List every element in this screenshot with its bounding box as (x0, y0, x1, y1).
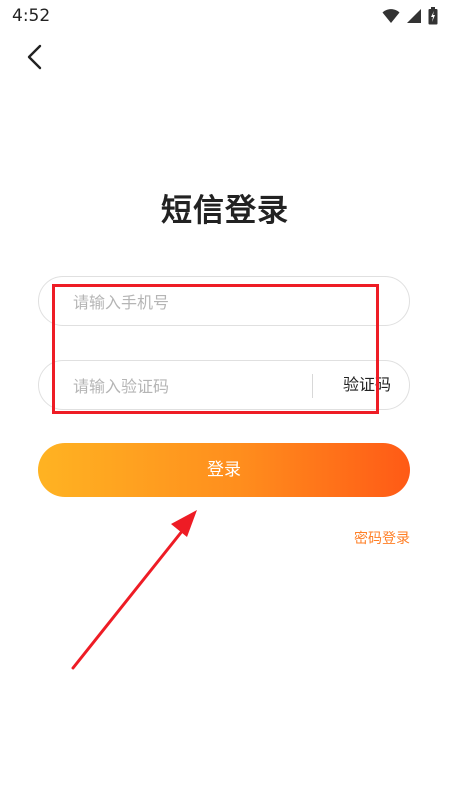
get-code-button[interactable]: 验证码 (343, 361, 391, 409)
login-button[interactable]: 登录 (38, 443, 410, 497)
status-time: 4:52 (12, 6, 51, 26)
code-divider (312, 374, 313, 398)
status-icons (382, 7, 438, 29)
login-screen: 4:52 短信登录 验证码 登录 密码登录 (0, 0, 450, 800)
battery-icon (428, 7, 438, 29)
wifi-icon (382, 8, 400, 28)
status-bar: 4:52 (0, 0, 450, 32)
chevron-left-icon (25, 44, 45, 74)
page-title: 短信登录 (161, 193, 289, 229)
code-input[interactable] (71, 361, 305, 411)
password-login-link[interactable]: 密码登录 (354, 528, 410, 548)
phone-field[interactable] (38, 276, 410, 327)
phone-input[interactable] (71, 277, 375, 327)
signal-icon (406, 8, 422, 28)
code-field[interactable]: 验证码 (38, 360, 410, 411)
back-button[interactable] (18, 42, 52, 76)
